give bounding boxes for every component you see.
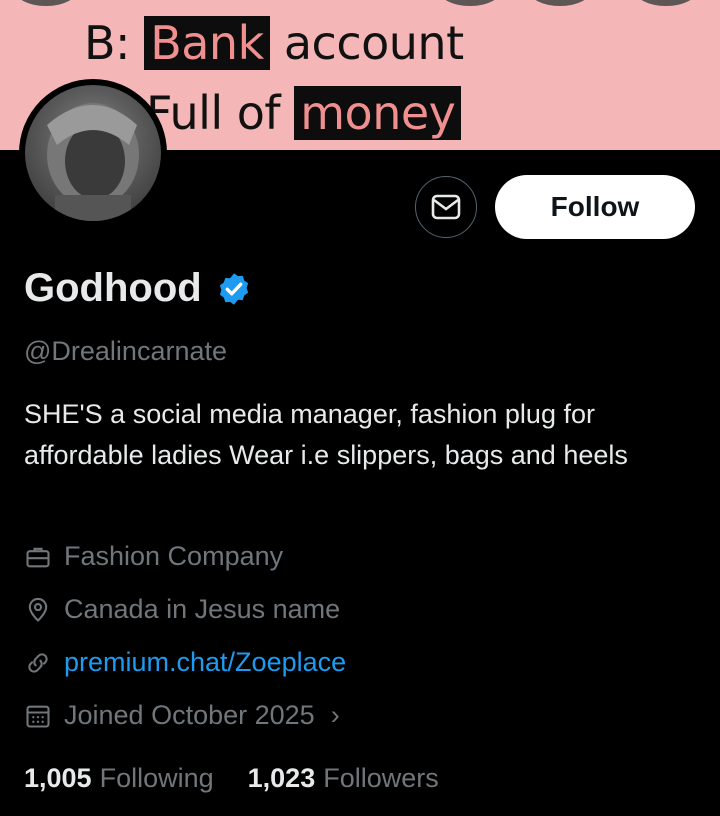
follow-button[interactable]: Follow [495, 175, 695, 239]
following-stat[interactable]: 1,005 Following [24, 763, 214, 794]
avatar[interactable] [19, 79, 167, 227]
meta-location: Canada in Jesus name [24, 594, 340, 625]
envelope-icon [431, 194, 461, 220]
meta-link[interactable]: premium.chat/Zoeplace [24, 647, 346, 678]
website-link[interactable]: premium.chat/Zoeplace [64, 647, 346, 678]
banner-text-line-2: Full of money [146, 86, 462, 140]
banner-text-line-1: B: Bank account [84, 16, 464, 70]
banner-shape [438, 0, 502, 6]
location-pin-icon [28, 597, 48, 622]
chevron-right-icon[interactable]: › [331, 700, 340, 731]
verified-badge-icon[interactable] [216, 271, 252, 307]
banner-shape [528, 0, 592, 6]
followers-stat[interactable]: 1,023 Followers [248, 763, 439, 794]
meta-joined[interactable]: Joined October 2025 › [24, 700, 340, 731]
meta-company: Fashion Company [24, 541, 283, 572]
profile-name-row: Godhood [24, 266, 252, 311]
profile-stats: 1,005 Following 1,023 Followers [24, 763, 439, 794]
profile-handle: @Drealincarnate [24, 336, 228, 366]
banner-shape [634, 0, 698, 6]
calendar-icon [26, 705, 50, 728]
banner-shape [14, 0, 78, 6]
profile-name: Godhood [24, 266, 202, 310]
briefcase-icon [26, 547, 50, 567]
profile-bio: SHE'S a social media manager, fashion pl… [24, 399, 628, 470]
link-icon [28, 652, 48, 673]
message-button[interactable] [415, 176, 477, 238]
avatar-photo [25, 85, 161, 221]
